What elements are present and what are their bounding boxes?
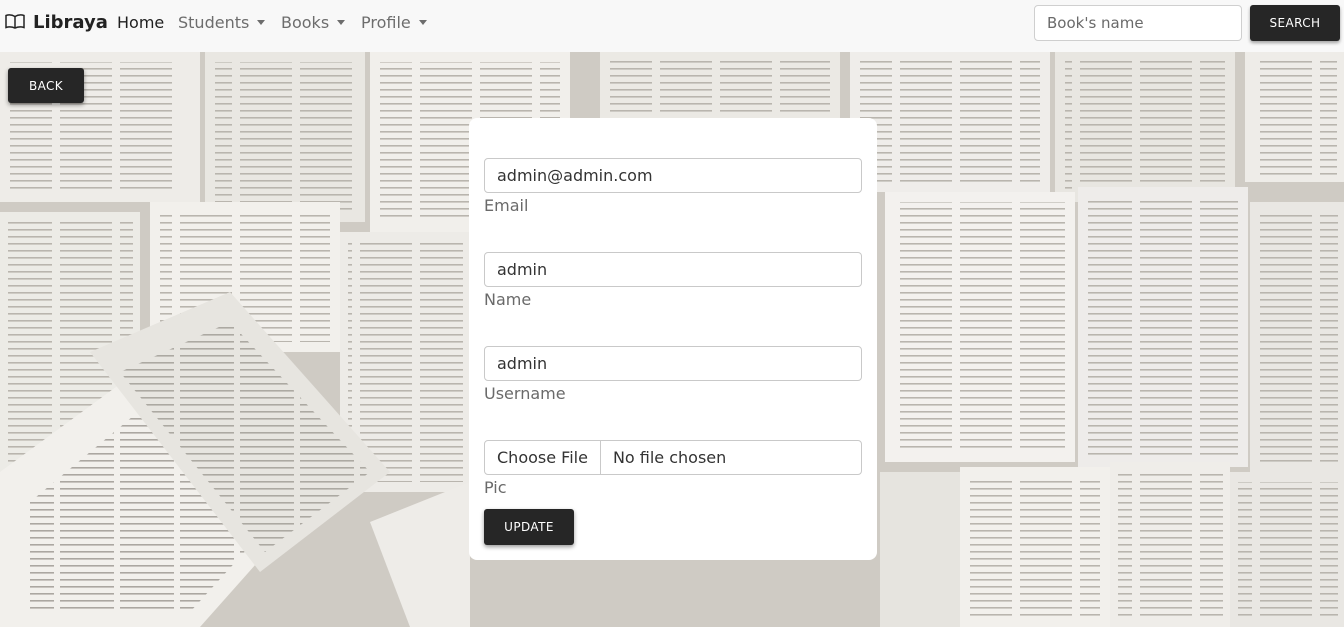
- pic-label: Pic: [484, 478, 507, 497]
- open-book-icon: [5, 13, 25, 33]
- brand-name: Libraya: [33, 12, 108, 33]
- profile-form-card: Email Name Username Choose File No file …: [469, 118, 877, 560]
- caret-down-icon: [257, 20, 266, 25]
- name-label: Name: [484, 290, 532, 309]
- nav-books-label: Books: [281, 13, 330, 32]
- top-navbar: Libraya Home Students Books Profile SEAR…: [0, 0, 1344, 52]
- caret-down-icon: [418, 20, 427, 25]
- brand-link[interactable]: Libraya: [5, 12, 108, 33]
- nav-books-dropdown[interactable]: Books: [281, 13, 346, 32]
- username-label: Username: [484, 384, 566, 403]
- nav-students-label: Students: [178, 13, 250, 32]
- caret-down-icon: [337, 20, 346, 25]
- nav-profile-dropdown[interactable]: Profile: [361, 13, 427, 32]
- search-button[interactable]: SEARCH: [1250, 5, 1340, 41]
- nav-profile-label: Profile: [361, 13, 411, 32]
- nav-home[interactable]: Home: [117, 13, 164, 32]
- email-field[interactable]: [484, 158, 862, 193]
- back-button[interactable]: BACK: [8, 68, 84, 103]
- choose-file-button[interactable]: Choose File: [485, 441, 601, 474]
- book-search-input[interactable]: [1034, 5, 1242, 41]
- file-status-text: No file chosen: [612, 448, 727, 467]
- name-field[interactable]: [484, 252, 862, 287]
- nav-home-label: Home: [117, 13, 165, 32]
- update-button[interactable]: UPDATE: [484, 509, 574, 545]
- pic-file-input[interactable]: Choose File No file chosen: [484, 440, 862, 475]
- nav-students-dropdown[interactable]: Students: [178, 13, 266, 32]
- username-field[interactable]: [484, 346, 862, 381]
- email-label: Email: [484, 196, 529, 215]
